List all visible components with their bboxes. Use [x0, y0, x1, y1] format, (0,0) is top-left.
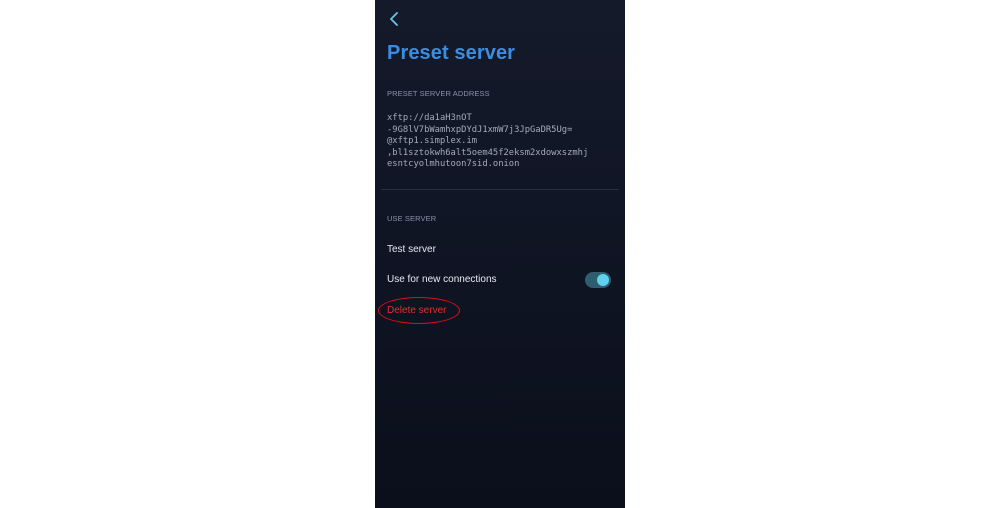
highlight-annotation — [378, 297, 460, 324]
test-server-button[interactable]: Test server — [387, 244, 436, 255]
address-line: xftp://da1aH3nOT — [387, 113, 472, 123]
use-for-new-connections-label: Use for new connections — [387, 274, 497, 285]
address-line: -9G8lV7bWamhxpDYdJ1xmW7j3JpGaDR5Ug= — [387, 124, 573, 135]
back-button[interactable] — [383, 8, 405, 30]
page-title: Preset server — [387, 42, 516, 64]
preset-server-address-label: PRESET SERVER ADDRESS — [387, 89, 490, 98]
use-for-new-connections-toggle[interactable] — [585, 272, 611, 288]
address-line: ,bl1sztokwh6alt5oem45f2eksm2xdowxszmhj — [387, 147, 589, 158]
divider — [381, 189, 619, 190]
server-address: xftp://da1aH3nOT -9G8lV7bWamhxpDYdJ1xmW7… — [387, 113, 617, 171]
address-line: @xftp1.simplex.im — [387, 136, 478, 146]
use-server-label: USE SERVER — [387, 214, 437, 223]
toggle-knob — [597, 274, 609, 286]
address-line: esntcyolmhutoon7sid.onion — [387, 159, 520, 169]
app-screen: Preset server PRESET SERVER ADDRESS xftp… — [375, 0, 625, 508]
chevron-left-icon — [390, 12, 398, 26]
